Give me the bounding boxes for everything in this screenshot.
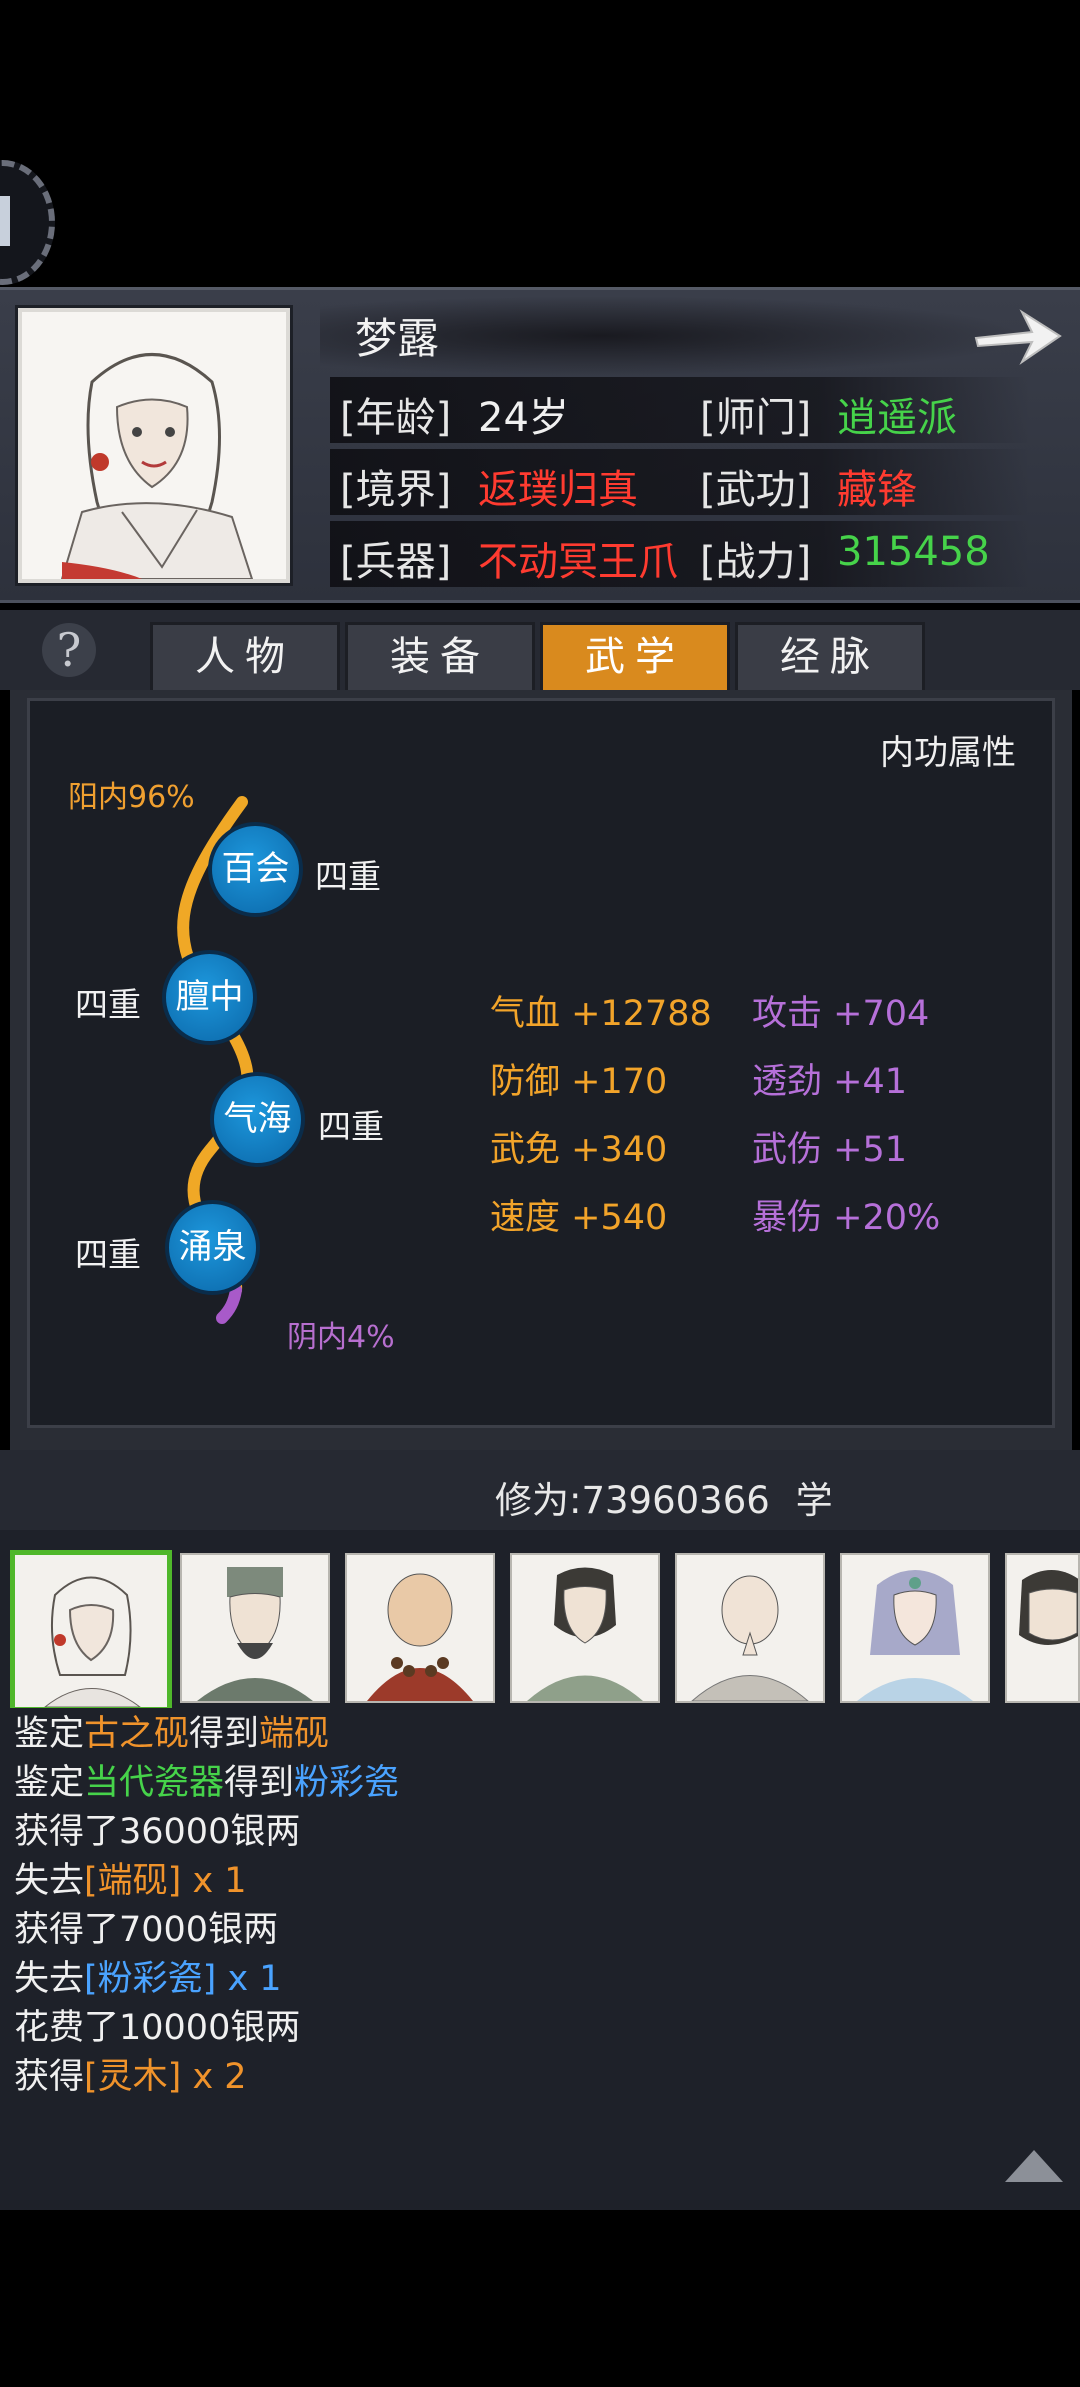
- meridian-node-danzhong[interactable]: 膻中: [162, 950, 257, 1045]
- tab-martial-arts[interactable]: 武学: [540, 622, 730, 690]
- weapon-label: [兵器]: [340, 539, 452, 585]
- log-segment: 当代瓷器: [84, 1763, 225, 1803]
- log-segment: 古之砚: [84, 1714, 190, 1754]
- log-segment: 得到: [224, 1763, 295, 1803]
- attr-attack: 攻击 +704: [752, 994, 930, 1034]
- tab-meridians[interactable]: 经脉: [735, 622, 925, 690]
- yin-percentage: 阴内4%: [287, 1320, 395, 1355]
- age-label: [年龄]: [340, 395, 452, 441]
- log-line: 花费了10000银两: [14, 1999, 300, 2050]
- log-line: 获得了36000银两: [14, 1803, 300, 1854]
- log-segment: 花费了10000银两: [14, 2008, 301, 2048]
- log-segment: 失去: [14, 1861, 85, 1901]
- log-line: 获得了7000银两: [14, 1901, 278, 1952]
- martial-value: 藏锋: [837, 467, 917, 513]
- log-segment: 粉彩瓷: [294, 1763, 400, 1803]
- attr-martial-immunity: 武免 +340: [490, 1130, 668, 1170]
- attr-speed: 速度 +540: [490, 1198, 668, 1238]
- attr-crit-damage: 暴伤 +20%: [752, 1198, 941, 1238]
- arrow-right-icon[interactable]: [970, 300, 1065, 370]
- log-line: 鉴定当代瓷器得到粉彩瓷: [14, 1754, 399, 1805]
- log-segment: 得到: [189, 1714, 260, 1754]
- log-segment: 鉴定: [14, 1763, 85, 1803]
- log-line: 失去[端砚] x 1: [14, 1852, 247, 1903]
- log-segment: 获得: [14, 2057, 85, 2097]
- log-line: 失去[粉彩瓷] x 1: [14, 1950, 282, 2001]
- roster-character-1[interactable]: [10, 1550, 172, 1712]
- yang-percentage: 阳内96%: [68, 780, 195, 815]
- sect-label: [师门]: [700, 395, 812, 441]
- node-level-qihai: 四重: [318, 1107, 384, 1146]
- question-icon[interactable]: ?: [42, 623, 96, 677]
- weapon-value: 不动冥王爪: [478, 539, 678, 585]
- log-segment: 获得了36000银两: [14, 1812, 301, 1852]
- sect-value: 逍遥派: [837, 395, 957, 441]
- node-level-baihui: 四重: [315, 857, 381, 896]
- attr-penetration: 透劲 +41: [752, 1062, 907, 1102]
- attr-martial-damage: 武伤 +51: [752, 1130, 907, 1170]
- meridian-node-qihai[interactable]: 气海: [210, 1072, 305, 1167]
- log-segment: 获得了7000银两: [14, 1910, 279, 1950]
- log-line: 获得[灵木] x 2: [14, 2048, 247, 2099]
- log-line: 鉴定古之砚得到端砚: [14, 1705, 329, 1756]
- age-value: 24岁: [478, 395, 569, 441]
- attr-hp: 气血 +12788: [490, 994, 712, 1034]
- corner-disk-decoration: [0, 160, 55, 285]
- log-segment: [粉彩瓷] x 1: [84, 1959, 282, 1999]
- realm-label: [境界]: [340, 467, 452, 513]
- power-value: 315458: [837, 529, 990, 575]
- roster-character-5[interactable]: [675, 1553, 825, 1703]
- log-segment: [灵木] x 2: [84, 2057, 247, 2097]
- node-level-danzhong: 四重: [75, 985, 141, 1024]
- log-segment: 失去: [14, 1959, 85, 1999]
- meridian-node-baihui[interactable]: 百会: [208, 822, 303, 917]
- meridian-node-yongquan[interactable]: 涌泉: [165, 1200, 260, 1295]
- node-level-yongquan: 四重: [75, 1235, 141, 1274]
- tab-character[interactable]: 人物: [150, 622, 340, 690]
- roster-character-2[interactable]: [180, 1553, 330, 1703]
- panel-title: 内功属性: [880, 733, 1016, 773]
- log-segment: 端砚: [259, 1714, 330, 1754]
- martial-label: [武功]: [700, 467, 812, 513]
- realm-value: 返璞归真: [478, 467, 638, 513]
- roster-character-6[interactable]: [840, 1553, 990, 1703]
- character-portrait: [18, 308, 290, 583]
- power-label: [战力]: [700, 539, 812, 585]
- tab-equipment[interactable]: 装备: [345, 622, 535, 690]
- roster-character-7[interactable]: [1005, 1553, 1080, 1703]
- cultivation-value: 修为:73960366: [495, 1479, 770, 1522]
- scroll-top-icon[interactable]: [1003, 2148, 1065, 2184]
- attr-defense: 防御 +170: [490, 1062, 668, 1102]
- roster-character-4[interactable]: [510, 1553, 660, 1703]
- character-name: 梦露: [355, 314, 440, 363]
- roster-character-3[interactable]: [345, 1553, 495, 1703]
- log-segment: [端砚] x 1: [84, 1861, 247, 1901]
- log-segment: 鉴定: [14, 1714, 85, 1754]
